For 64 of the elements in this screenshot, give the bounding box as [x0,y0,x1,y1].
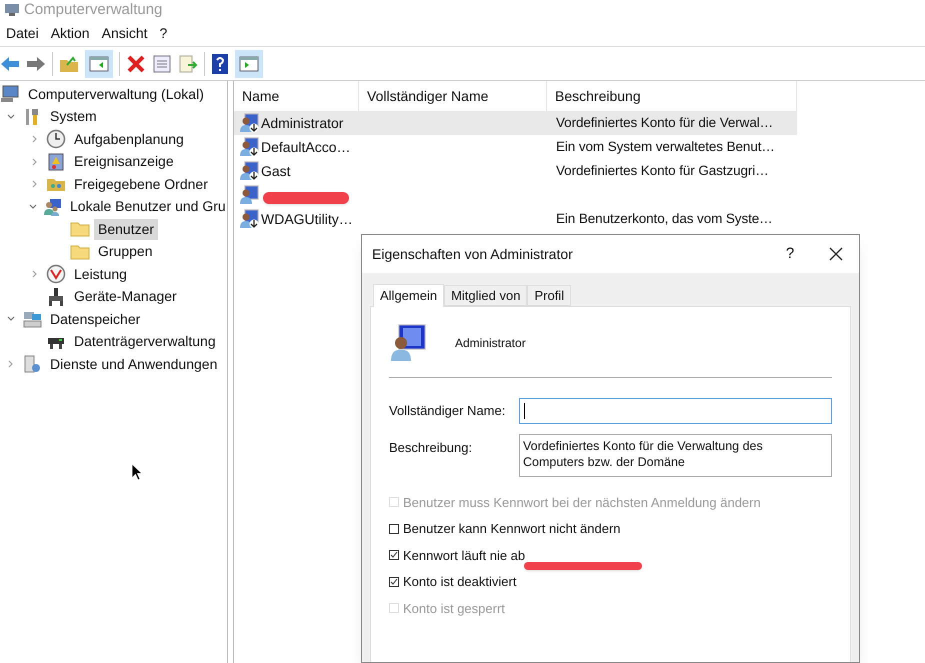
tree-item[interactable]: Lokale Benutzer und Gru [66,196,227,218]
table-cell-text: Vordefiniertes Konto für die Verwal… [555,114,774,132]
app-icon [4,3,20,17]
back-icon[interactable] [0,54,20,72]
table-cell-text: Administrator [261,114,344,132]
forward-icon[interactable] [26,54,46,72]
device-manager-icon [46,286,66,307]
event-log-icon [46,152,66,172]
clock-icon [46,129,66,150]
folder-up-icon[interactable] [59,54,79,72]
tree-item[interactable]: Benutzer [94,218,158,240]
description-field[interactable]: Vordefiniertes Konto für die Verwaltung des Computers bzw. der Domäne [519,434,832,477]
tree-item[interactable]: Gruppen [94,241,156,262]
dialog-title: Eigenschaften von Administrator [372,244,574,264]
checkbox[interactable] [389,550,399,560]
dialog-tab[interactable]: Mitglied von [444,285,528,306]
properties-icon[interactable] [152,54,172,74]
pane-icon [89,56,109,72]
tree-item[interactable]: Leistung [70,264,131,285]
computer-icon [0,84,20,104]
table-cell-text: Gast [261,162,291,180]
checkbox[interactable] [389,576,399,587]
users-icon [42,196,62,217]
table-cell-text: WDAGUtility… [261,210,353,229]
checkbox[interactable] [389,524,399,534]
help-icon[interactable] [211,52,229,74]
pane-icon [239,56,259,72]
tree-item[interactable]: System [46,106,101,128]
tree-item[interactable]: Geräte-Manager [70,286,181,308]
menu-item[interactable]: Aktion [44,20,96,46]
table-cell-text: Vordefiniertes Konto für Gastzugri… [555,162,769,180]
table-cell-text: Ein vom System verwaltetes Benut… [555,138,775,156]
tree-item[interactable]: Datenträgerverwaltung [70,331,220,352]
menu-item[interactable]: ? [154,20,174,46]
show-tree-button[interactable] [85,50,113,78]
tree-item[interactable]: Datenspeicher [46,308,144,330]
user-account-icon [239,185,259,205]
show-action-pane-button[interactable] [235,50,263,78]
user-name: Administrator [455,335,526,352]
checkbox-label[interactable]: Benutzer kann Kennwort nicht ändern [403,519,621,538]
table-cell-text: DefaultAcco… [261,138,350,156]
table-cell-text: Ein Benutzerkonto, das vom Syste… [555,210,773,228]
dialog-tab[interactable]: Profil [527,285,572,306]
dialog-tab[interactable]: Allgemein [373,284,444,307]
checkbox-label[interactable]: Kennwort läuft nie ab [403,546,526,565]
menu-item[interactable]: Datei [0,20,45,46]
storage-icon [22,309,42,330]
delete-icon[interactable] [126,54,146,74]
gauge-icon [46,264,66,284]
menu-item[interactable]: Ansicht [96,20,154,46]
full-name-field[interactable] [519,398,832,424]
tree-item[interactable]: Computerverwaltung (Lokal) [24,84,208,105]
tree-item[interactable]: Freigegebene Ordner [70,174,212,195]
help-button[interactable]: ? [767,235,813,273]
tree-item[interactable]: Dienste und Anwendungen [46,354,222,375]
checkbox-label[interactable]: Konto ist deaktiviert [403,572,516,592]
window-title: Computerverwaltung [24,0,162,20]
export-icon[interactable] [178,54,198,74]
field-label: Beschreibung: [389,439,474,457]
field-label: Vollständiger Name: [389,402,506,420]
tree-item[interactable]: Ereignisanzeige [70,151,178,172]
close-icon [829,247,843,261]
tree-item[interactable]: Aufgabenplanung [70,128,188,150]
mouse-cursor-icon [131,463,143,481]
